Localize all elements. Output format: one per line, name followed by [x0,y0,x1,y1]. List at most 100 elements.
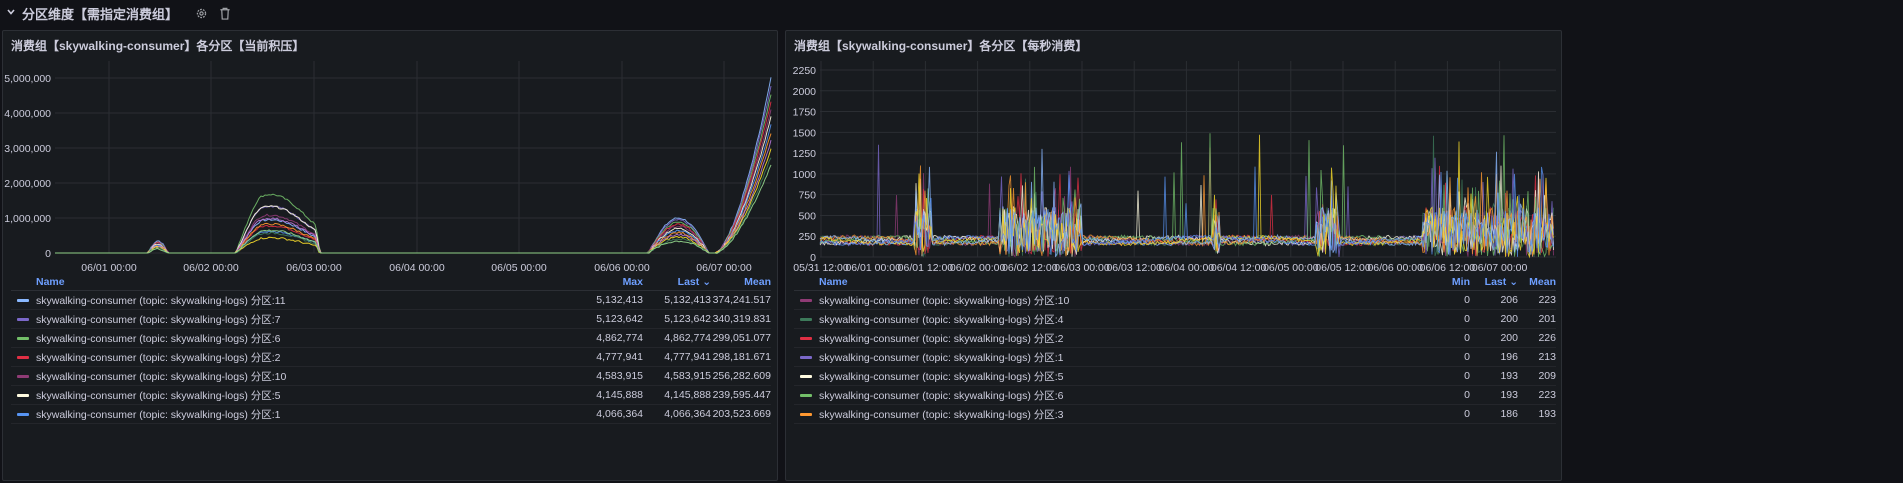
series-color-swatch[interactable] [800,393,812,397]
legend-row[interactable]: skywalking-consumer (topic: skywalking-l… [794,291,1556,310]
series-stat-value: 5,123,642 [596,313,643,325]
x-tick-label: 06/05 00:00 [491,262,547,274]
series-stat-value: 5,123,642 [664,313,711,325]
legend-col-mean[interactable]: Mean [711,276,771,288]
legend-col-name[interactable]: Name [11,276,583,288]
chevron-down-icon[interactable] [6,4,16,22]
legend-header: Name Min Last ⌄ Mean [794,274,1556,291]
y-tick-label: 500 [798,210,816,222]
series-name[interactable]: skywalking-consumer (topic: skywalking-l… [819,293,1420,308]
series-stat-value: 299,051.077 [712,332,771,344]
series-color-swatch[interactable] [800,412,812,416]
legend-col-name[interactable]: Name [794,276,1420,288]
legend-row[interactable]: skywalking-consumer (topic: skywalking-l… [11,405,771,424]
series-name[interactable]: skywalking-consumer (topic: skywalking-l… [36,350,583,365]
trash-icon[interactable] [216,4,234,22]
x-tick-label: 06/02 00:00 [183,262,239,274]
series-name[interactable]: skywalking-consumer (topic: skywalking-l… [36,369,583,384]
y-tick-label: 1,000,000 [4,213,51,225]
legend-col-last[interactable]: Last ⌄ [1470,276,1518,288]
y-tick-label: 750 [798,190,816,202]
series-name[interactable]: skywalking-consumer (topic: skywalking-l… [36,331,583,346]
x-tick-label: 06/03 00:00 [286,262,342,274]
series-stat-value: 193 [1500,370,1518,382]
legend-row[interactable]: skywalking-consumer (topic: skywalking-l… [11,386,771,405]
legend-row[interactable]: skywalking-consumer (topic: skywalking-l… [11,348,771,367]
y-tick-label: 5,000,000 [4,73,51,85]
x-tick-label: 06/06 12:00 [1420,262,1476,274]
series-color-swatch[interactable] [17,355,29,359]
dashboard-row-header[interactable]: 分区维度【需指定消费组】 [0,0,1903,26]
rate-timeseries-chart[interactable]: 225020001750150012501000750500250005/31 … [786,31,1562,281]
y-tick-label: 1000 [793,169,817,181]
legend-col-mean[interactable]: Mean [1518,276,1556,288]
legend-row[interactable]: skywalking-consumer (topic: skywalking-l… [11,329,771,348]
series-color-swatch[interactable] [800,374,812,378]
series-name[interactable]: skywalking-consumer (topic: skywalking-l… [36,407,583,422]
gear-icon[interactable] [192,4,210,22]
series-stat-value: 0 [1464,389,1470,401]
series-color-swatch[interactable] [17,336,29,340]
legend-col-last[interactable]: Last ⌄ [643,276,711,288]
y-tick-label: 2250 [793,65,817,77]
legend-row[interactable]: skywalking-consumer (topic: skywalking-l… [794,329,1556,348]
series-stat-value: 213 [1538,351,1556,363]
series-stat-value: 5,132,413 [596,294,643,306]
x-tick-label: 06/05 00:00 [1263,262,1319,274]
series-line [55,157,772,254]
series-stat-value: 0 [1464,408,1470,420]
legend-row[interactable]: skywalking-consumer (topic: skywalking-l… [794,310,1556,329]
x-tick-label: 06/06 00:00 [1367,262,1423,274]
row-title[interactable]: 分区维度【需指定消费组】 [22,4,178,23]
series-color-swatch[interactable] [800,298,812,302]
legend-row[interactable]: skywalking-consumer (topic: skywalking-l… [11,310,771,329]
legend-table: Name Min Last ⌄ Mean skywalking-consumer… [794,274,1556,424]
legend-row[interactable]: skywalking-consumer (topic: skywalking-l… [11,367,771,386]
panel-current-lag: 消费组【skywalking-consumer】各分区【当前积压】 5,000,… [2,30,778,481]
series-color-swatch[interactable] [17,412,29,416]
series-name[interactable]: skywalking-consumer (topic: skywalking-l… [36,312,583,327]
y-tick-label: 2,000,000 [4,178,51,190]
series-stat-value: 0 [1464,351,1470,363]
series-stat-value: 0 [1464,332,1470,344]
x-tick-label: 06/04 00:00 [1159,262,1215,274]
series-name[interactable]: skywalking-consumer (topic: skywalking-l… [819,407,1420,422]
x-tick-label: 06/04 12:00 [1211,262,1267,274]
y-tick-label: 1500 [793,127,817,139]
legend-row[interactable]: skywalking-consumer (topic: skywalking-l… [11,291,771,310]
legend-col-max[interactable]: Max [583,276,643,288]
series-color-swatch[interactable] [17,393,29,397]
legend-row[interactable]: skywalking-consumer (topic: skywalking-l… [794,405,1556,424]
series-name[interactable]: skywalking-consumer (topic: skywalking-l… [36,388,583,403]
series-stat-value: 4,066,364 [664,408,711,420]
series-color-swatch[interactable] [800,317,812,321]
series-stat-value: 193 [1500,389,1518,401]
y-tick-label: 2000 [793,86,817,98]
series-name[interactable]: skywalking-consumer (topic: skywalking-l… [819,312,1420,327]
series-stat-value: 4,583,915 [664,370,711,382]
series-name[interactable]: skywalking-consumer (topic: skywalking-l… [819,331,1420,346]
x-tick-label: 06/01 12:00 [898,262,954,274]
legend-row[interactable]: skywalking-consumer (topic: skywalking-l… [794,367,1556,386]
y-tick-label: 1750 [793,107,817,119]
y-tick-label: 1250 [793,148,817,160]
y-tick-label: 0 [45,248,51,260]
series-color-swatch[interactable] [17,298,29,302]
legend-row[interactable]: skywalking-consumer (topic: skywalking-l… [794,348,1556,367]
legend-row[interactable]: skywalking-consumer (topic: skywalking-l… [794,386,1556,405]
series-name[interactable]: skywalking-consumer (topic: skywalking-l… [819,388,1420,403]
series-name[interactable]: skywalking-consumer (topic: skywalking-l… [36,293,583,308]
legend-col-min[interactable]: Min [1420,276,1470,288]
series-stat-value: 209 [1538,370,1556,382]
series-name[interactable]: skywalking-consumer (topic: skywalking-l… [819,369,1420,384]
series-color-swatch[interactable] [17,317,29,321]
series-color-swatch[interactable] [800,336,812,340]
series-stat-value: 0 [1464,294,1470,306]
series-color-swatch[interactable] [17,374,29,378]
series-name[interactable]: skywalking-consumer (topic: skywalking-l… [819,350,1420,365]
series-stat-value: 200 [1500,313,1518,325]
lag-timeseries-chart[interactable]: 5,000,000 4,000,000 3,000,000 2,000,000 1,00… [3,31,778,281]
series-color-swatch[interactable] [800,355,812,359]
series-line [55,77,772,254]
series-stat-value: 223 [1538,294,1556,306]
